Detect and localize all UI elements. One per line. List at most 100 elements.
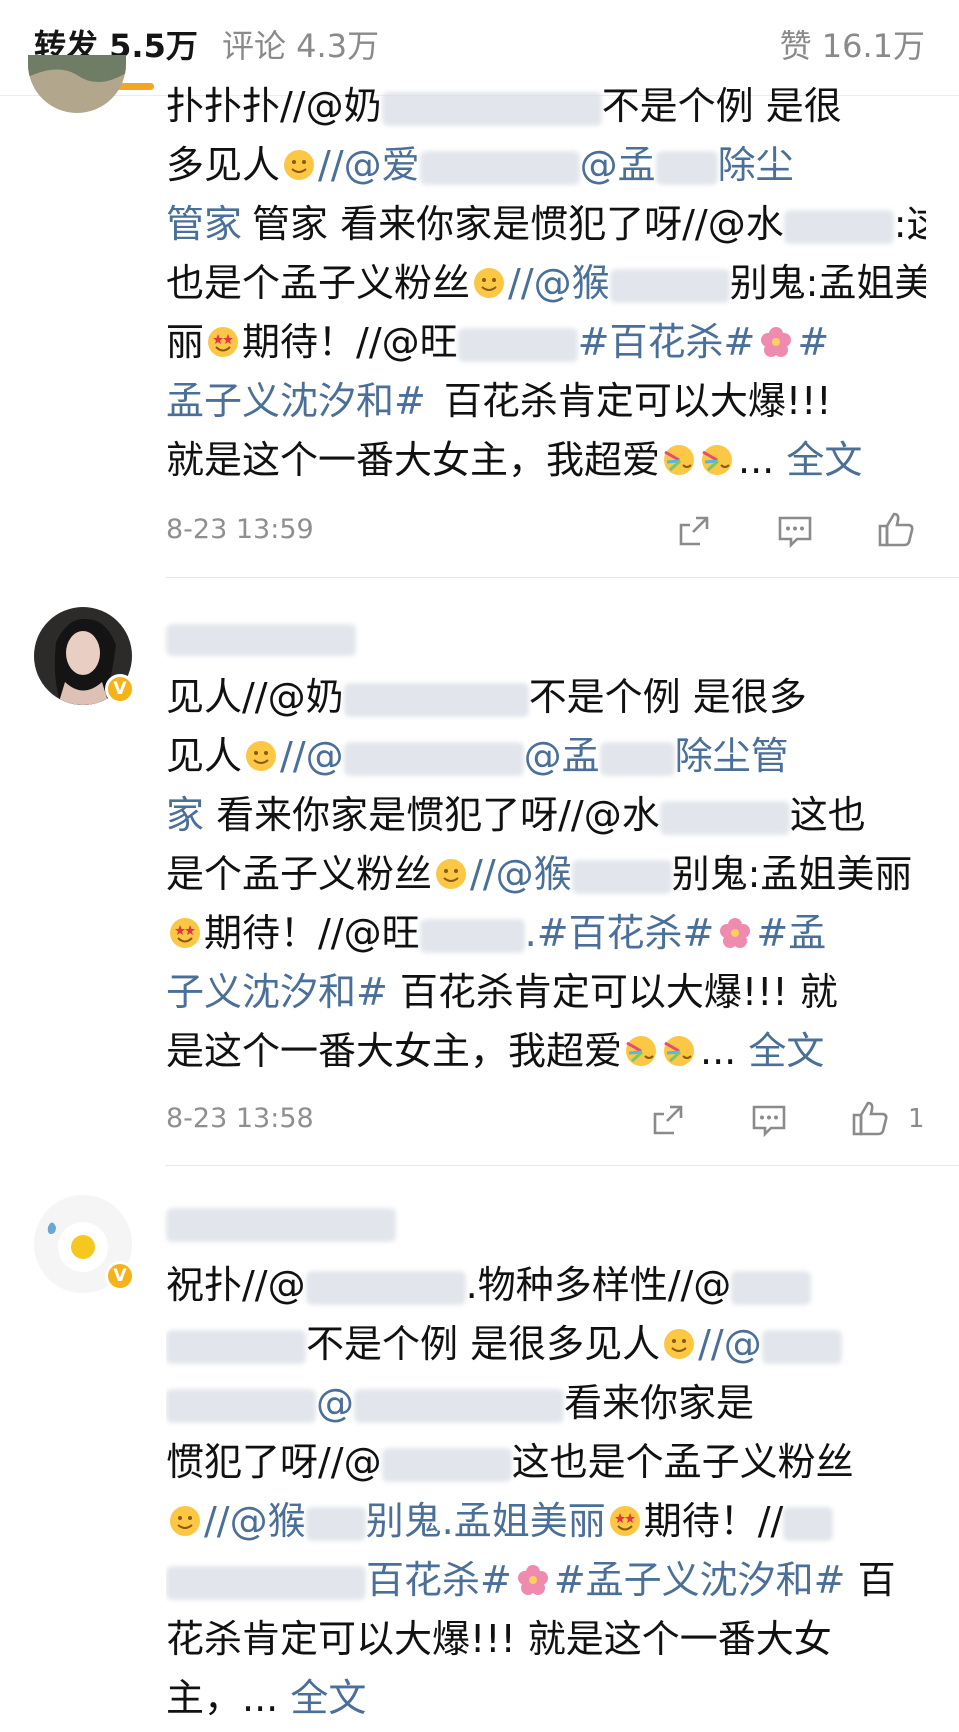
comment-icon[interactable] [750, 1102, 788, 1138]
mention-link[interactable]: @孟 [580, 143, 656, 187]
line-text: 百花杀肯定可以大爆!!! [443, 379, 832, 423]
hashtag-link[interactable]: 子义沈汐和# [166, 970, 388, 1014]
smile-emoji [436, 859, 467, 889]
verified-badge: V [105, 674, 135, 704]
mention-link[interactable]: //@猴 [470, 852, 572, 896]
line-text: 扑扑扑//@奶 [166, 84, 382, 128]
line-text: 也是个孟子义粉丝 [166, 261, 471, 305]
redacted-text [419, 150, 580, 185]
redacted-username [166, 1208, 396, 1242]
comment-line: 管家 管家 看来你家是惯犯了呀//@水:这 [166, 202, 926, 246]
redacted-text [609, 268, 730, 303]
line-text: 看来你家是 [564, 1381, 755, 1425]
redacted-text [457, 327, 578, 362]
flower-emoji [720, 918, 751, 948]
hashtag-link[interactable]: #孟 [756, 911, 826, 955]
redacted-text [419, 918, 525, 953]
line-text: 期待！// [643, 1499, 784, 1543]
line-text: 期待！//@旺 [242, 320, 458, 364]
comment-timestamp: 8-23 13:59 [166, 514, 314, 545]
line-text: .物种多样性//@ [465, 1263, 732, 1307]
like-icon[interactable] [876, 509, 916, 549]
tab-comment[interactable]: 评论 4.3万 [222, 24, 379, 68]
comment-timestamp: 8-23 13:58 [166, 1103, 314, 1134]
comment-line: 是个孟子义粉丝 //@猴 别鬼:孟姐美丽 [166, 845, 926, 904]
comment-content: 扑扑扑//@奶 不是个例 是很 多见人 //@爱 @孟 除尘 管家 管家 看来你家是惯犯了… [166, 77, 926, 490]
hashtag-link[interactable]: #百花杀# [578, 320, 756, 364]
hashtag-link[interactable]: 孟子义沈汐和# [166, 379, 426, 423]
line-text: 是个孟子义粉丝 [166, 852, 433, 896]
line-text: 百 [845, 1558, 896, 1602]
comment-line: 丽期待！//@旺 #百花杀# # [166, 313, 926, 372]
redacted-text [166, 1565, 366, 1600]
mention-link[interactable]: 别鬼.孟姐美丽 [366, 1499, 606, 1543]
redacted-text [761, 1329, 842, 1364]
comment-line: 祝扑//@ .物种多样性//@ [166, 1256, 926, 1315]
comment-icon[interactable] [776, 513, 814, 549]
comment-line: @ 看来你家是 [166, 1374, 926, 1433]
mention-link[interactable]: 除尘 [718, 143, 794, 187]
comment-content: 见人//@奶 不是个例 是很多 见人 //@ @孟 除尘管 家 看来你家是惯犯了呀//@… [166, 668, 926, 1081]
redacted-text [354, 1388, 564, 1423]
comment-line: 就是这个一番大女主，我超爱... 全文 [166, 431, 926, 490]
comment-line: 也是个孟子义粉丝 //@猴 别鬼:孟姐美 [166, 254, 926, 313]
mention-link[interactable]: 除尘管 [675, 734, 789, 778]
line-text: 不是个例 是很多见人 [306, 1322, 661, 1366]
mention-link[interactable]: @孟 [524, 734, 600, 778]
line-text: 就是这个一番大女主，我超爱 [166, 438, 661, 482]
smile-emoji [664, 1329, 695, 1359]
comment-divider [166, 577, 959, 578]
mention-link[interactable]: //@猴 [204, 1499, 306, 1543]
redacted-text [166, 1329, 306, 1364]
mention-link[interactable]: //@ [698, 1322, 762, 1366]
hashtag-link[interactable]: #孟子义沈汐和# [554, 1558, 846, 1602]
line-text: 期待！//@旺 [204, 911, 420, 955]
line-text: 别鬼:孟姐美丽 [671, 852, 913, 896]
redacted-text [343, 682, 529, 717]
redacted-text [381, 1447, 512, 1482]
hashtag-link[interactable]: 百花杀# [366, 1558, 512, 1602]
mention-link[interactable]: //@ [280, 734, 344, 778]
mention-link[interactable]: 家 [166, 793, 204, 837]
like-count: 1 [908, 1104, 925, 1134]
redacted-text [655, 150, 718, 185]
hashtag-link[interactable]: # [797, 320, 829, 364]
hashtag-link[interactable]: .#百花杀# [525, 911, 715, 955]
tab-like[interactable]: 赞 16.1万 [780, 24, 925, 68]
mention-link[interactable]: //@猴 [508, 261, 610, 305]
repost-icon[interactable] [676, 513, 712, 549]
party-emoji [702, 445, 733, 475]
line-text: 不是个例 是很 [601, 84, 842, 128]
comment-line: 子义沈汐和# 百花杀肯定可以大爆!!! 就 [166, 963, 926, 1022]
ellipsis: ... [738, 438, 787, 482]
party-emoji [664, 1036, 695, 1066]
smile-emoji [170, 1506, 200, 1536]
comment-line: 花杀肯定可以大爆!!! 就是这个一番大女 [166, 1610, 926, 1669]
full-text-link[interactable]: 全文 [786, 438, 862, 482]
line-text: 别鬼:孟姐美 [729, 261, 926, 305]
comment-line: 多见人 //@爱 @孟 除尘 [166, 136, 926, 195]
comment-content: 祝扑//@ .物种多样性//@ 不是个例 是很多见人 //@ @ 看来你家是 惯犯了呀… [166, 1256, 926, 1728]
full-text-link[interactable]: 全文 [290, 1676, 366, 1720]
comment-line: 扑扑扑//@奶 不是个例 是很 [166, 77, 926, 136]
line-text: 祝扑//@ [166, 1263, 306, 1307]
line-text: 花杀肯定可以大爆!!! 就是这个一番大女 [166, 1617, 832, 1661]
smile-emoji [474, 268, 505, 298]
comment-line: //@猴 别鬼.孟姐美丽 期待！// [166, 1492, 926, 1551]
full-text-link[interactable]: 全文 [748, 1029, 824, 1073]
star-eyes-emoji [208, 327, 239, 357]
smile-emoji [246, 741, 277, 771]
mention-link[interactable]: @ [316, 1381, 354, 1425]
avatar[interactable] [28, 55, 126, 113]
line-text: 多见人 [166, 143, 281, 187]
redacted-text [381, 91, 602, 126]
redacted-text [599, 741, 675, 776]
comment-line: 孟子义沈汐和# 百花杀肯定可以大爆!!! [166, 372, 926, 431]
line-text: 是这个一番大女主，我超爱 [166, 1029, 623, 1073]
line-text: 见人//@奶 [166, 675, 344, 719]
flower-emoji [761, 327, 792, 357]
like-icon[interactable] [850, 1098, 890, 1138]
mention-link[interactable]: //@爱 [318, 143, 420, 187]
repost-icon[interactable] [650, 1102, 686, 1138]
line-text: 主，... [166, 1676, 291, 1720]
